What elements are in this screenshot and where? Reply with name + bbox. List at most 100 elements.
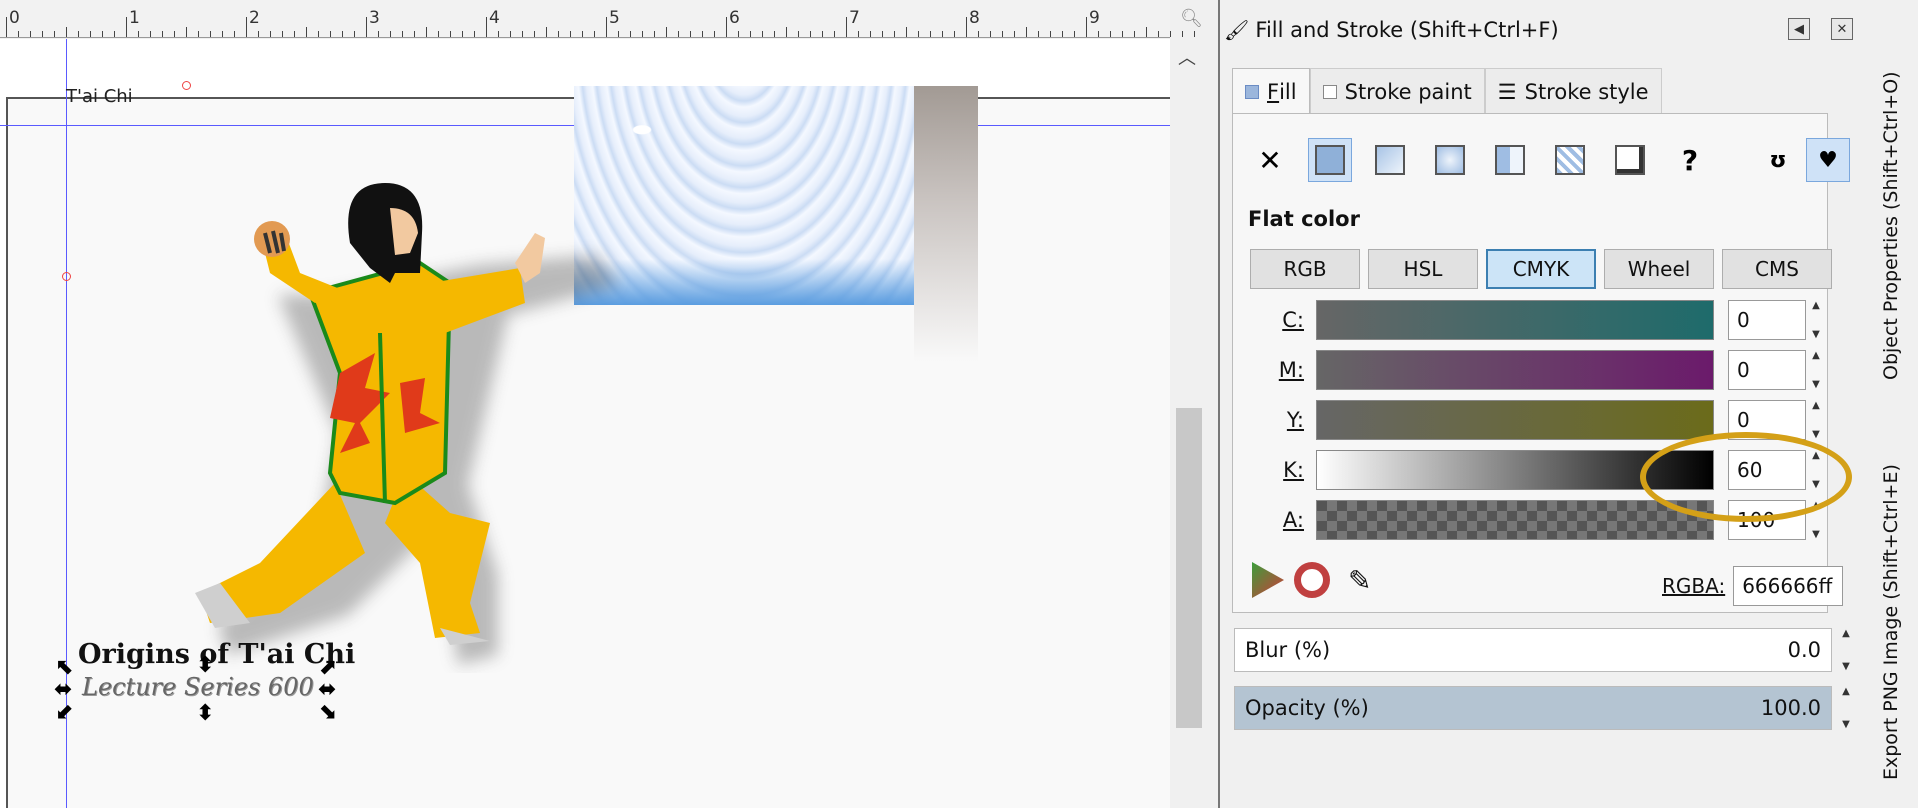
slider-c[interactable] [1316,300,1714,340]
fill-tab-icon [1245,84,1259,99]
resize-handle-nw[interactable]: ⬉ [56,657,74,679]
ruler-tick [918,31,919,37]
ruler-tick [1122,31,1123,37]
ruler-tick [318,31,319,37]
slider-m[interactable] [1316,350,1714,390]
fill-stroke-icon: 🖌︎ [1224,18,1250,42]
ruler-tick [126,17,127,37]
resize-handle-w[interactable]: ⬌ [54,679,72,701]
dialog-titlebar: 🖌︎ Fill and Stroke (Shift+Ctrl+F) [1224,8,1864,52]
ruler-label: 7 [849,8,860,28]
ruler-tick [30,31,31,37]
tab-stroke-style[interactable]: ☰ Stroke style [1484,68,1662,114]
horizontal-ruler[interactable]: 0 1 2 3 4 5 6 7 8 9 [0,0,1195,38]
spinner-y[interactable]: ▲ ▼ [1806,400,1826,440]
tab-fill[interactable]: Fill [1232,68,1310,114]
gradient-rectangle[interactable] [914,86,978,362]
opacity-field[interactable]: Opacity (%) 100.0 [1234,686,1832,730]
ruler-tick [642,31,643,37]
ruler-tick [846,17,847,37]
dialog-tabs: Fill Stroke paint ☰ Stroke style [1232,68,1662,114]
swatch-button[interactable] [1608,138,1652,182]
title-text[interactable]: Origins of T'ai Chi [78,639,355,670]
ruler-tick [1110,31,1111,37]
ruler-tick [690,31,691,37]
close-button[interactable]: ✕ [1831,18,1853,40]
ruler-tick [402,31,403,37]
slider-y[interactable] [1316,400,1714,440]
side-tab-object-properties[interactable]: Object Properties (Shift+Ctrl+O) [1880,71,1902,380]
ruler-tick [138,31,139,37]
resize-handle-n[interactable]: ⬍ [196,655,214,677]
blur-value[interactable]: 0.0 [1788,638,1821,662]
flat-color-button[interactable] [1308,138,1352,182]
out-of-gamut-icon[interactable] [1294,562,1330,598]
spinner-c[interactable]: ▲ ▼ [1806,300,1826,340]
blur-field[interactable]: Blur (%) 0.0 [1234,628,1832,672]
linear-gradient-button[interactable] [1368,138,1412,182]
eyedropper-icon[interactable]: ✎ [1348,564,1371,597]
collapse-button[interactable]: ◀ [1788,18,1810,40]
vertical-scrollbar[interactable]: ︿ [1170,38,1206,808]
guide-anchor[interactable] [182,81,191,90]
guide-anchor[interactable] [62,272,71,281]
mode-hsl[interactable]: HSL [1368,249,1478,289]
ruler-tick [750,31,751,37]
drawing-canvas[interactable]: T'ai Chi Origins of T'ai Chi Lecture Ser… [0,39,1172,808]
radial-gradient-button[interactable] [1428,138,1472,182]
fill-rule-evenodd-icon[interactable]: ʊ [1756,138,1800,182]
ruler-tick [786,27,787,37]
slider-a[interactable] [1316,500,1714,540]
resize-handle-s[interactable]: ⬍ [196,703,214,725]
mode-wheel[interactable]: Wheel [1604,249,1714,289]
value-c[interactable]: 0 [1728,300,1806,340]
ruler-tick [1158,31,1159,37]
ruler-tick [450,31,451,37]
mode-rgb[interactable]: RGB [1250,249,1360,289]
ruler-tick [1050,31,1051,37]
ruler-tick [522,31,523,37]
pattern-button[interactable] [1548,138,1592,182]
zoom-icon[interactable]: 🔍︎ [1180,8,1203,29]
section-title: Flat color [1248,207,1360,231]
resize-handle-sw[interactable]: ⬋ [56,701,74,723]
scrollbar-thumb[interactable] [1176,408,1202,728]
spinner-m[interactable]: ▲ ▼ [1806,350,1826,390]
tai-chi-figure[interactable] [190,173,650,673]
ruler-tick [858,31,859,37]
stroke-paint-tab-icon [1322,84,1337,99]
side-tab-export-png[interactable]: Export PNG Image (Shift+Ctrl+E) [1880,464,1902,780]
ruler-tick [978,31,979,37]
ruler-tick [798,31,799,37]
rgba-input[interactable]: 666666ff [1733,566,1844,606]
no-paint-button[interactable]: ✕ [1248,138,1292,182]
value-m[interactable]: 0 [1728,350,1806,390]
resize-handle-e[interactable]: ⬌ [318,679,336,701]
slider-label-y: Y: [1286,408,1304,432]
tab-stroke-paint[interactable]: Stroke paint [1309,68,1485,114]
ruler-label: 9 [1089,8,1100,28]
ruler-tick [558,31,559,37]
ruler-tick [1146,27,1147,37]
color-managed-icon[interactable] [1252,562,1284,598]
ruler-tick [606,17,607,37]
opacity-value[interactable]: 100.0 [1761,696,1821,720]
ruler-tick [618,31,619,37]
ruler-tick [714,31,715,37]
fill-rule-nonzero-icon[interactable]: ♥ [1806,138,1850,182]
dialog-title: Fill and Stroke (Shift+Ctrl+F) [1255,18,1559,42]
resize-handle-ne[interactable]: ⬈ [318,657,336,679]
mesh-gradient-button[interactable] [1488,138,1532,182]
opacity-spinner[interactable]: ▲ ▼ [1836,686,1856,730]
mode-cmyk[interactable]: CMYK [1486,249,1596,289]
slider-label-c: C: [1282,308,1304,332]
ruler-tick [726,17,727,37]
unset-paint-button[interactable]: ? [1668,138,1712,182]
ruler-tick [822,31,823,37]
blur-spinner[interactable]: ▲ ▼ [1836,628,1856,672]
chevron-up-icon[interactable]: ︿ [1178,44,1196,70]
mode-cms[interactable]: CMS [1722,249,1832,289]
ruler-tick [342,31,343,37]
ruler-tick [534,31,535,37]
resize-handle-se[interactable]: ⬊ [318,701,336,723]
